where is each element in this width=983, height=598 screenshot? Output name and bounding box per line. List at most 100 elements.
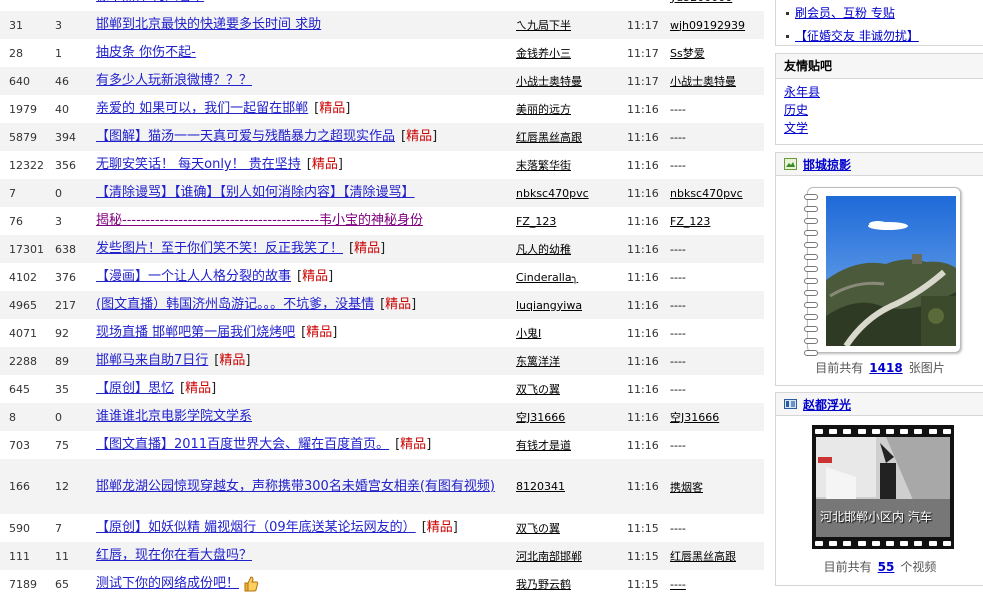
table-row: 166 12 邯郸龙湖公园惊现穿越女，声称携带300名未婚宫女相亲(有图有视频) 81… <box>0 459 764 514</box>
author-link[interactable]: 8120341 <box>516 459 621 514</box>
author-link[interactable]: 空J31666 <box>516 403 621 431</box>
video-count-link[interactable]: 55 <box>878 560 895 574</box>
last-replier[interactable]: 红唇黑丝高跟 <box>670 542 764 570</box>
reply-time: 11:16 <box>627 480 659 493</box>
thread-title-link[interactable]: 【清除谩骂】【谁确】【别人如何消除内容】【清除谩骂】 <box>96 185 415 200</box>
table-row: 1979 40 亲爱的 如果可以，我们一起留在邯郸 [精品] 美丽的远方 11:16 ---… <box>0 95 764 123</box>
sidebar-link-item[interactable]: 刷会员、互粉 专贴 <box>786 4 895 21</box>
author-link[interactable]: 我乃野云鹤 <box>516 570 621 598</box>
author-link[interactable]: 河北南部邯郸 <box>516 542 621 570</box>
thread-title-link[interactable]: 谁谁谁北京电影学院文学系 <box>96 409 252 424</box>
table-row: 7 0 【清除谩骂】【谁确】【别人如何消除内容】【清除谩骂】 nbksc470pvc 1… <box>0 179 764 207</box>
video-thumbnail[interactable]: 河北邯郸小区内 汽车 <box>812 425 954 549</box>
author-link[interactable]: 有钱才是道 <box>516 431 621 459</box>
thread-title-link[interactable]: 测试下你的网络成份吧！ <box>96 576 239 591</box>
friend-bar-link[interactable]: 历史 <box>784 101 976 119</box>
reply-count: 2288 <box>9 354 37 368</box>
friend-bar-link[interactable]: 文学 <box>784 119 976 137</box>
author-link[interactable]: 双飞の翼 <box>516 375 621 403</box>
author-link[interactable]: 凡人的幼稚 <box>516 235 621 263</box>
thread-title-link[interactable]: 红唇，现在你在看大盘吗？ <box>96 548 252 563</box>
thread-title-link[interactable]: 邯郸龙湖公园惊现穿越女，声称携带300名未婚宫女相亲(有图有视频) <box>96 479 495 494</box>
click-count: 638 <box>55 242 76 256</box>
author-link[interactable] <box>516 0 621 11</box>
thread-title-link[interactable]: 抽皮条 你伤不起- <box>96 45 196 60</box>
author-link[interactable]: luqiangyiwa <box>516 291 621 319</box>
reply-count: 111 <box>9 549 30 563</box>
sidebar-link-item[interactable]: 【征婚交友 非诚勿扰】 <box>786 27 919 44</box>
photos-title-link[interactable]: 邯城掠影 <box>803 156 851 173</box>
author-link[interactable]: 东篱洋洋 <box>516 347 621 375</box>
thread-title-cell: 红唇，现在你在看大盘吗？ <box>96 542 506 570</box>
author-link[interactable]: 双飞の翼 <box>516 514 621 542</box>
author-link[interactable]: 红唇黑丝高跟 <box>516 123 621 151</box>
reply-count: 645 <box>9 382 30 396</box>
click-count: 40 <box>55 102 69 116</box>
featured-tag: [精品] <box>314 101 351 116</box>
table-row: 像个熊样 何人看中 ya5200000 <box>0 0 764 11</box>
author-link[interactable]: Cinderalla╮ <box>516 263 621 291</box>
thread-title-link[interactable]: 【图解】猫汤一一天真可爱与残酷暴力之超现实作品 <box>96 129 395 144</box>
thread-title-link[interactable]: 【图文直播】2011百度世界大会、耀在百度首页。 <box>96 437 389 452</box>
last-replier[interactable]: 小战士奥特曼 <box>670 67 764 95</box>
last-replier: ---- <box>670 326 686 340</box>
last-replier: ---- <box>670 242 686 256</box>
author-link[interactable]: nbksc470pvc <box>516 179 621 207</box>
thread-title-link[interactable]: 像个熊样 何人看中 <box>96 0 204 4</box>
last-replier[interactable]: 空J31666 <box>670 403 764 431</box>
thread-title-link[interactable]: 【原创】如妖似精 媚视烟行（09年底送某论坛网友的） <box>96 520 416 535</box>
author-link[interactable]: FZ_123 <box>516 207 621 235</box>
reply-time: 11:16 <box>627 382 659 396</box>
thread-title-link[interactable]: 有多少人玩新浪微博？？？ <box>96 73 252 88</box>
last-replier[interactable]: FZ_123 <box>670 207 764 235</box>
thread-title-link[interactable]: 现场直播 邯郸吧第一届我们烧烤吧 <box>96 325 295 340</box>
thread-title-link[interactable]: 邯郸马来自助7日行 <box>96 353 208 368</box>
video-frame[interactable]: 河北邯郸小区内 汽车 <box>816 437 950 537</box>
thread-title-cell: 【原创】如妖似精 媚视烟行（09年底送某论坛网友的） [精品] <box>96 514 506 542</box>
photo-count-link[interactable]: 1418 <box>869 361 902 375</box>
thread-title-cell: 邯郸到北京最快的快递要多长时间 求助 <box>96 11 506 39</box>
click-count: 35 <box>55 382 69 396</box>
featured-tag: [精品] <box>297 269 334 284</box>
thread-title-cell: 【清除谩骂】【谁确】【别人如何消除内容】【清除谩骂】 <box>96 179 506 207</box>
click-count: 92 <box>55 326 69 340</box>
author-link[interactable]: 末落繁华街 <box>516 151 621 179</box>
reply-time: 11:16 <box>627 354 659 368</box>
author-link[interactable]: ㄟ九局下半 <box>516 11 621 39</box>
thread-title-link[interactable]: 【漫画】一个让人人格分裂的故事 <box>96 269 291 284</box>
author-link[interactable]: 小战士奥特曼 <box>516 67 621 95</box>
last-replier[interactable]: 携烟客 <box>670 459 764 514</box>
last-replier: ---- <box>670 438 686 452</box>
thread-title-link[interactable]: (图文直播）韩国济州岛游记。。。不坑爹，没基情 <box>96 297 374 312</box>
thread-title-link[interactable]: 邯郸到北京最快的快递要多长时间 求助 <box>96 17 321 32</box>
last-replier[interactable]: ---- <box>670 570 764 598</box>
thread-title-link[interactable]: 发些图片！至于你们笑不笑！反正我笑了！ <box>96 241 343 256</box>
sidebar-link[interactable]: 刷会员、互粉 专贴 <box>795 6 895 20</box>
click-count: 89 <box>55 354 69 368</box>
album-photo[interactable] <box>826 196 956 346</box>
sidebar-link[interactable]: 【征婚交友 非诚勿扰】 <box>795 29 919 43</box>
thread-title-cell: 抽皮条 你伤不起- <box>96 39 506 67</box>
table-row: 5879 394 【图解】猫汤一一天真可爱与残酷暴力之超现实作品 [精品] 红唇黑丝高跟… <box>0 123 764 151</box>
thread-title-link[interactable]: 亲爱的 如果可以，我们一起留在邯郸 <box>96 101 308 116</box>
reply-time: 11:16 <box>627 270 659 284</box>
last-replier[interactable]: Ss梦爱 <box>670 39 764 67</box>
click-count: 12 <box>55 480 69 493</box>
author-link[interactable]: 小鬼I <box>516 319 621 347</box>
last-replier[interactable]: ya5200000 <box>670 0 764 11</box>
table-row: 7189 65 测试下你的网络成份吧！ 我乃野云鹤 11:15 ---- <box>0 570 764 598</box>
author-link[interactable]: 美丽的远方 <box>516 95 621 123</box>
thread-title-link[interactable]: 揭秘--------------------------------------… <box>96 213 423 228</box>
author-link[interactable]: 金钱养小三 <box>516 39 621 67</box>
friend-bar-link[interactable]: 永年县 <box>784 83 976 101</box>
photo-album[interactable] <box>804 187 961 356</box>
thread-title-link[interactable]: 无聊安笑话！ 每天only！ 贵在坚持 <box>96 157 301 172</box>
reply-time: 11:15 <box>627 549 659 563</box>
last-replier: ---- <box>670 270 686 284</box>
last-replier: ---- <box>670 158 686 172</box>
thread-title-cell: 现场直播 邯郸吧第一届我们烧烤吧 [精品] <box>96 319 506 347</box>
last-replier[interactable]: wjh09192939 <box>670 11 764 39</box>
last-replier[interactable]: nbksc470pvc <box>670 179 764 207</box>
videos-title-link[interactable]: 赵都浮光 <box>803 396 851 413</box>
thread-title-link[interactable]: 【原创】思忆 <box>96 381 174 396</box>
